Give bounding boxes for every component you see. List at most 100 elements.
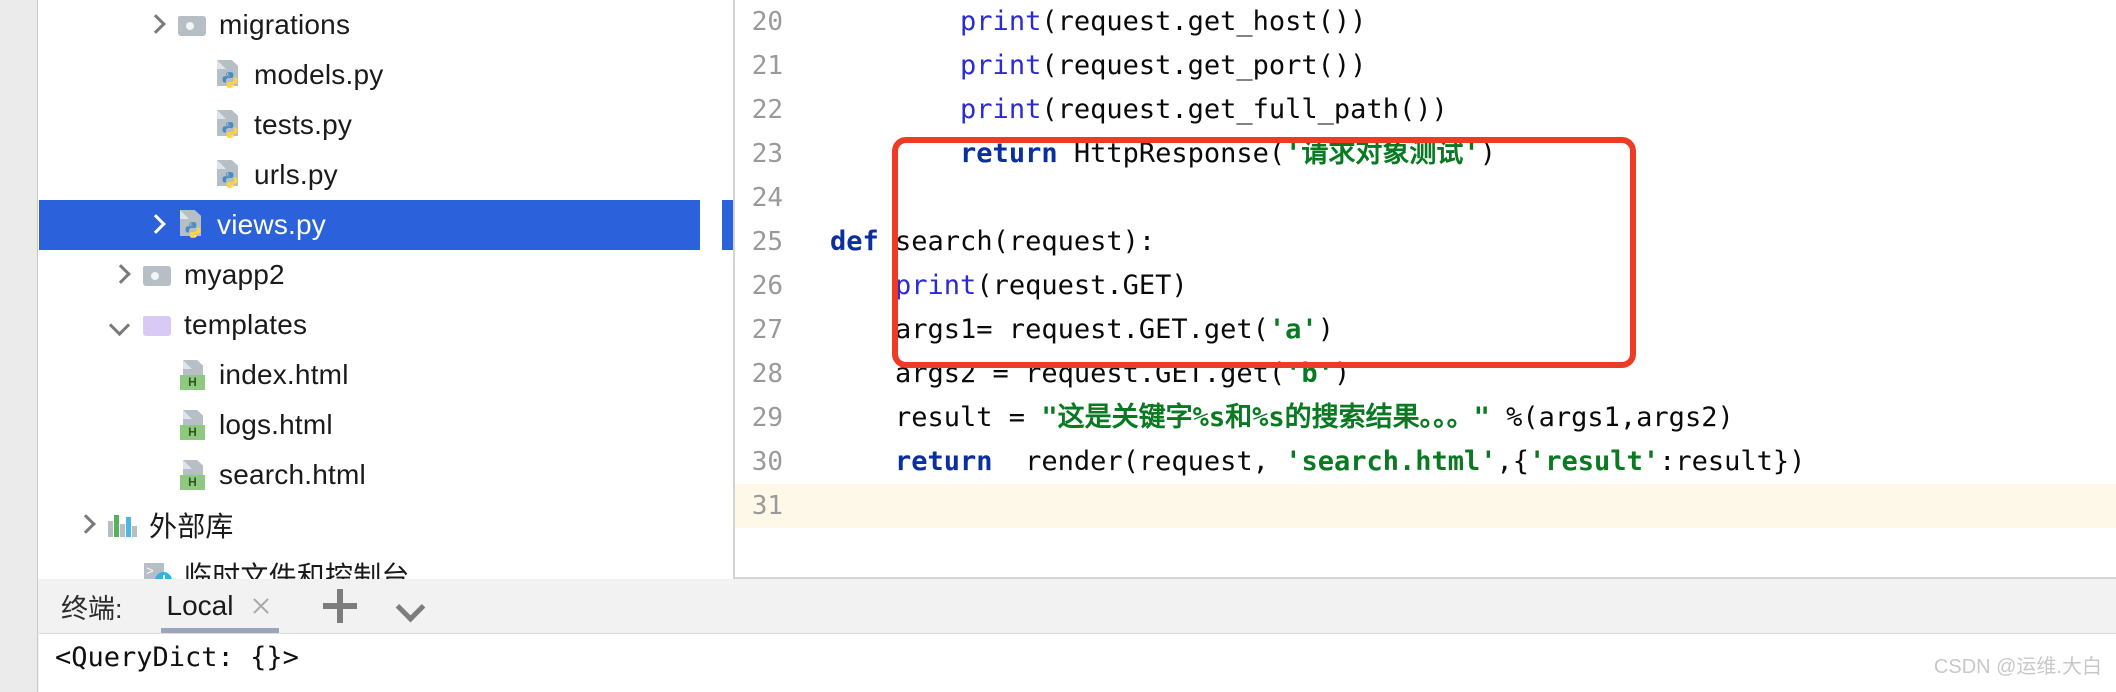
code-token-plain: :result}) xyxy=(1659,446,1806,477)
code-token-str: "这是关键字%s和%s的搜索结果。。。" xyxy=(1041,402,1490,433)
code-line[interactable]: 22 print(request.get_full_path()) xyxy=(735,88,2116,132)
icon-gap xyxy=(205,125,215,126)
code-line[interactable]: 23 return HttpResponse('请求对象测试') xyxy=(735,132,2116,176)
tree-item-viewspy[interactable]: views.py xyxy=(39,200,735,250)
tree-item-label: 临时文件和控制台 xyxy=(184,561,410,579)
line-number: 27 xyxy=(751,315,783,345)
line-number: 26 xyxy=(751,271,783,301)
line-number: 23 xyxy=(751,139,783,169)
code-line[interactable]: 29 result = "这是关键字%s和%s的搜索结果。。。" %(args1… xyxy=(735,396,2116,440)
tree-item-[interactable]: > 临时文件和控制台 xyxy=(39,550,735,579)
tree-item-myapp2[interactable]: myapp2 xyxy=(39,250,735,300)
terminal-panel: 终端: Local <QueryDict: {}> CSDN @运维.大白 xyxy=(0,579,2116,692)
code-token-plain: (request.get_port()) xyxy=(1041,50,1367,81)
code-token-str: '请求对象测试' xyxy=(1285,138,1480,169)
tree-item-searchhtml[interactable]: Hsearch.html xyxy=(39,450,735,500)
code-token-str: 'result' xyxy=(1529,446,1660,477)
terminal-tab-label: Local xyxy=(166,590,234,621)
close-icon[interactable] xyxy=(249,594,273,618)
code-line[interactable]: 25 def search(request): xyxy=(735,220,2116,264)
code-line[interactable]: 28 args2 = request.GET.get('b') xyxy=(735,352,2116,396)
python-file-icon xyxy=(215,160,243,190)
code-line-text: print(request.get_host()) xyxy=(830,0,1366,44)
tree-item-label: tests.py xyxy=(254,109,353,140)
chevron-down-icon[interactable] xyxy=(395,591,425,621)
python-snake-glyph xyxy=(222,122,238,138)
code-line-text: result = "这是关键字%s和%s的搜索结果。。。" %(args1,ar… xyxy=(830,396,1734,440)
icon-gap xyxy=(133,275,143,276)
code-token-plain: ) xyxy=(1479,138,1496,169)
chevron-right-icon[interactable] xyxy=(142,212,168,238)
icon-gap xyxy=(168,25,178,26)
python-snake-glyph xyxy=(222,72,238,88)
code-token-plain: args2 = request.GET.get( xyxy=(830,358,1286,389)
tree-item-label: index.html xyxy=(219,359,349,390)
code-line[interactable]: 24 xyxy=(735,176,2116,220)
chevron-right-icon[interactable] xyxy=(72,512,98,538)
icon-gap xyxy=(170,425,180,426)
line-number: 22 xyxy=(751,95,783,125)
tree-item-templates[interactable]: templates xyxy=(39,300,735,350)
code-token-fn: print xyxy=(960,94,1042,125)
code-line[interactable]: 26 print(request.GET) xyxy=(735,264,2116,308)
left-tool-strip xyxy=(0,0,38,579)
code-token-plain: render(request, xyxy=(992,446,1286,477)
code-token-fn: print xyxy=(960,6,1042,37)
code-line[interactable]: 31 xyxy=(735,484,2116,528)
code-line-text: print(request.get_full_path()) xyxy=(830,88,1448,132)
folder-icon xyxy=(178,13,208,37)
tree-item-indexhtml[interactable]: Hindex.html xyxy=(39,350,735,400)
tree-item-urlspy[interactable]: urls.py xyxy=(39,150,735,200)
chevron-right-icon[interactable] xyxy=(107,262,133,288)
line-number: 31 xyxy=(751,491,783,521)
tree-item-modelspy[interactable]: models.py xyxy=(39,50,735,100)
folder-icon xyxy=(143,263,173,287)
terminal-tab-local[interactable]: Local xyxy=(160,579,280,633)
code-token-str: 'b' xyxy=(1285,358,1334,389)
icon-gap xyxy=(170,475,180,476)
code-line[interactable]: 27 args1= request.GET.get('a') xyxy=(735,308,2116,352)
terminal-output-area[interactable]: <QueryDict: {}> CSDN @运维.大白 xyxy=(39,633,2116,692)
line-number: 25 xyxy=(751,227,783,257)
tree-item-logshtml[interactable]: Hlogs.html xyxy=(39,400,735,450)
line-number: 20 xyxy=(751,7,783,37)
tree-item-testspy[interactable]: tests.py xyxy=(39,100,735,150)
html-file-icon: H xyxy=(180,460,208,490)
chevron-down-icon[interactable] xyxy=(107,312,133,338)
tree-item-[interactable]: 外部库 xyxy=(39,500,735,550)
terminal-header: 终端: Local xyxy=(39,579,2116,633)
bars-icon xyxy=(108,513,138,537)
project-tree-scrollbar-track[interactable] xyxy=(700,0,1418,579)
python-snake-glyph xyxy=(222,172,238,188)
html-file-icon: H xyxy=(180,410,208,440)
code-line[interactable]: 21 print(request.get_port()) xyxy=(735,44,2116,88)
line-number: 28 xyxy=(751,359,783,389)
plus-icon[interactable] xyxy=(323,589,358,623)
code-token-str: 'a' xyxy=(1268,314,1318,345)
code-token-plain: args1= request.GET.get( xyxy=(830,314,1269,345)
code-token-kw: return xyxy=(895,446,993,477)
code-line[interactable]: 20 print(request.get_host()) xyxy=(735,0,2116,44)
code-line[interactable]: 30 return render(request, 'search.html',… xyxy=(735,440,2116,484)
code-editor[interactable]: 20 print(request.get_host()) 21 print(req… xyxy=(735,0,2116,579)
chevron-right-icon[interactable] xyxy=(142,12,168,38)
tree-item-migrations[interactable]: migrations xyxy=(39,0,735,50)
code-token-plain: search(request): xyxy=(878,226,1156,257)
tree-item-label: templates xyxy=(184,309,308,340)
tree-item-label: models.py xyxy=(254,59,384,90)
code-line-text: print(request.GET) xyxy=(830,264,1188,308)
project-tree[interactable]: migrations models.py tests.py urls.py views.… xyxy=(39,0,735,579)
icon-gap xyxy=(205,75,215,76)
